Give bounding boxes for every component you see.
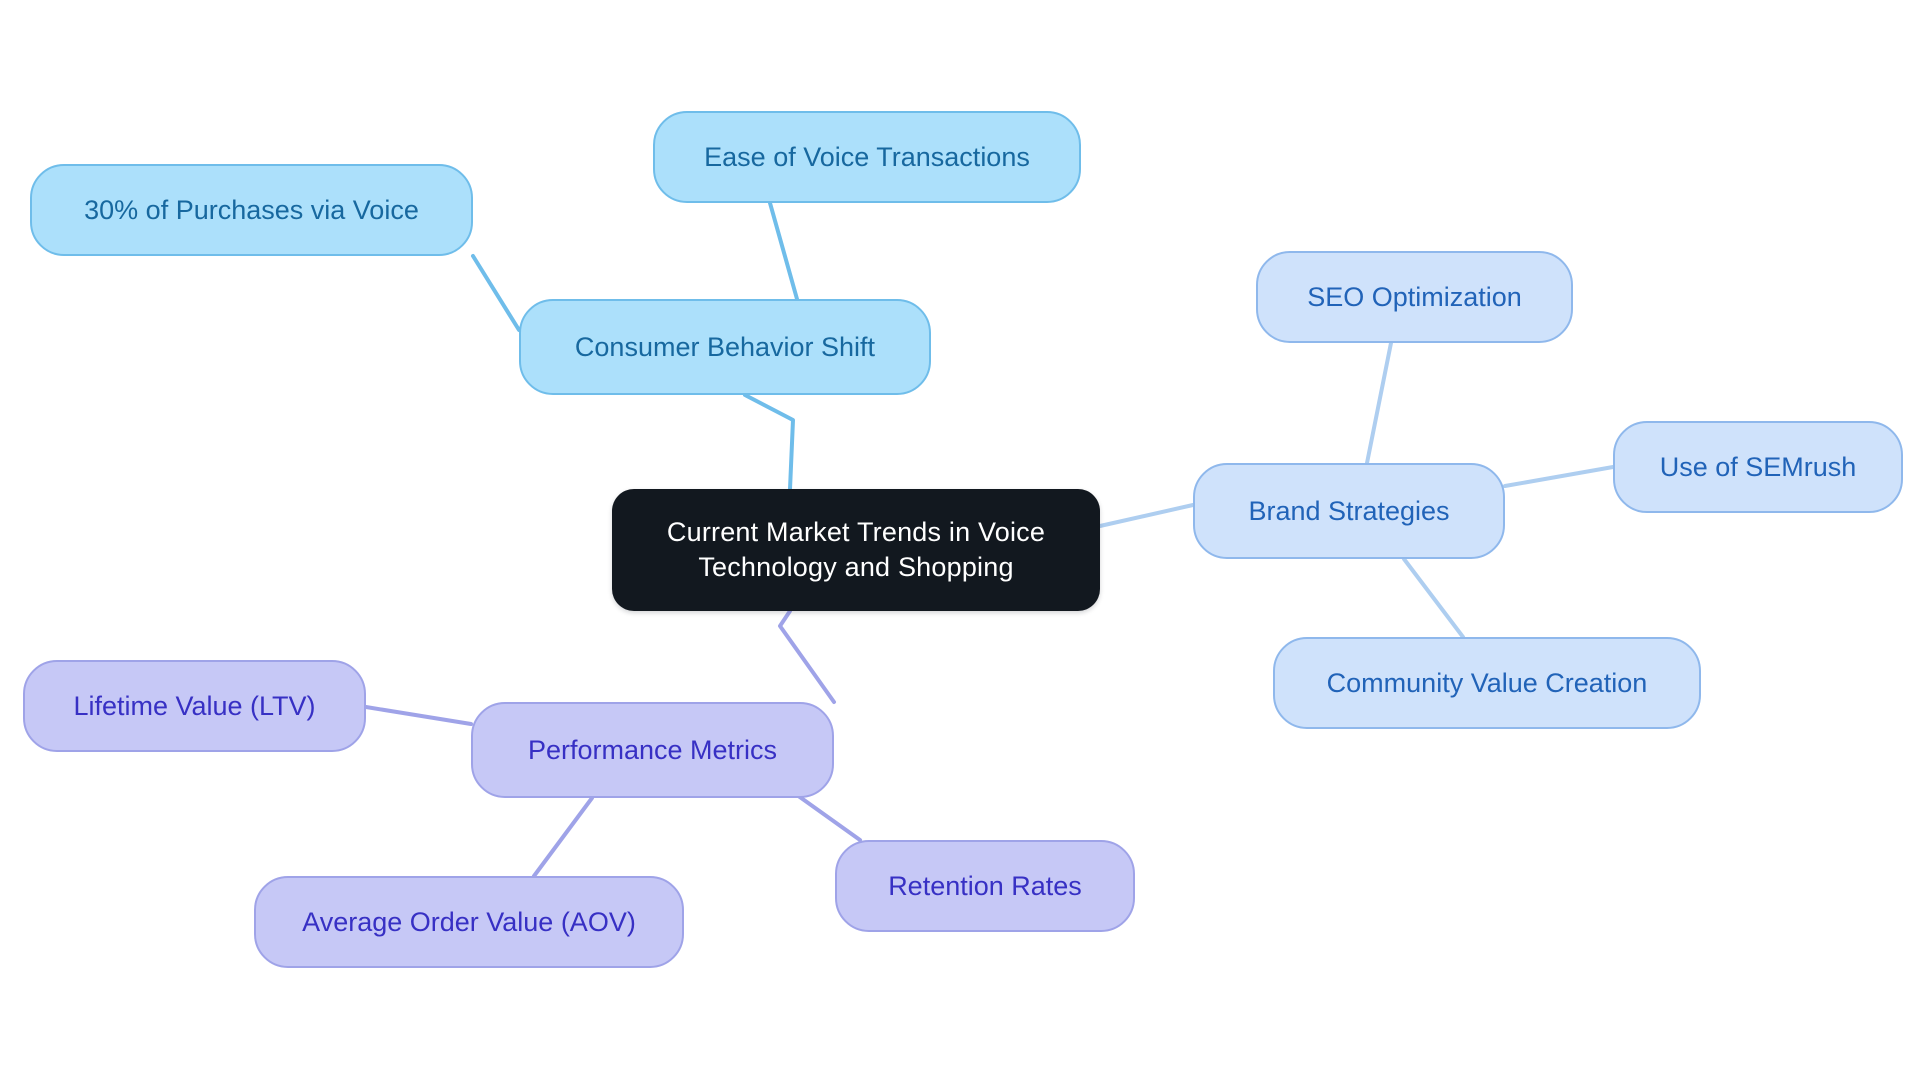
node-average-order-value-aov-label: Average Order Value (AOV): [302, 906, 636, 937]
node-retention-rates[interactable]: Retention Rates: [835, 840, 1135, 932]
node-retention-rates-label: Retention Rates: [888, 870, 1082, 901]
node-purchases-via-voice[interactable]: 30% of Purchases via Voice: [30, 164, 473, 256]
node-seo-optimization-label: SEO Optimization: [1307, 281, 1522, 312]
edge-brand-semrush: [1503, 465, 1615, 488]
node-average-order-value-aov[interactable]: Average Order Value (AOV): [254, 876, 684, 968]
node-ease-of-voice-transactions[interactable]: Ease of Voice Transactions: [653, 111, 1081, 203]
node-community-value-creation-label: Community Value Creation: [1326, 667, 1648, 698]
node-root-label: Current Market Trends in Voice Technolog…: [666, 517, 1046, 582]
mindmap-canvas: Current Market Trends in Voice Technolog…: [0, 0, 1920, 1083]
edge-performance-aov: [532, 796, 594, 878]
node-community-value-creation[interactable]: Community Value Creation: [1273, 637, 1701, 729]
node-brand-strategies[interactable]: Brand Strategies: [1193, 463, 1505, 559]
edge-root-consumer: [743, 393, 795, 491]
node-brand-strategies-label: Brand Strategies: [1248, 495, 1450, 526]
edge-consumer-ease: [768, 201, 799, 301]
edge-brand-seo: [1365, 341, 1393, 465]
edge-brand-community: [1402, 557, 1465, 639]
edge-performance-ltv: [364, 705, 473, 726]
node-purchases-via-voice-label: 30% of Purchases via Voice: [84, 194, 419, 225]
node-use-of-semrush[interactable]: Use of SEMrush: [1613, 421, 1903, 513]
node-seo-optimization[interactable]: SEO Optimization: [1256, 251, 1573, 343]
node-consumer-behavior-shift-label: Consumer Behavior Shift: [574, 331, 876, 362]
node-performance-metrics-label: Performance Metrics: [527, 734, 778, 765]
node-lifetime-value-ltv[interactable]: Lifetime Value (LTV): [23, 660, 366, 752]
node-lifetime-value-ltv-label: Lifetime Value (LTV): [73, 690, 316, 721]
node-performance-metrics[interactable]: Performance Metrics: [471, 702, 834, 798]
node-ease-of-voice-transactions-label: Ease of Voice Transactions: [704, 141, 1030, 172]
edge-root-performance: [778, 609, 836, 704]
node-root[interactable]: Current Market Trends in Voice Technolog…: [612, 489, 1100, 611]
edge-consumer-purchases: [471, 254, 521, 332]
node-consumer-behavior-shift[interactable]: Consumer Behavior Shift: [519, 299, 931, 395]
edge-root-brand: [1098, 503, 1195, 528]
node-use-of-semrush-label: Use of SEMrush: [1659, 451, 1857, 482]
